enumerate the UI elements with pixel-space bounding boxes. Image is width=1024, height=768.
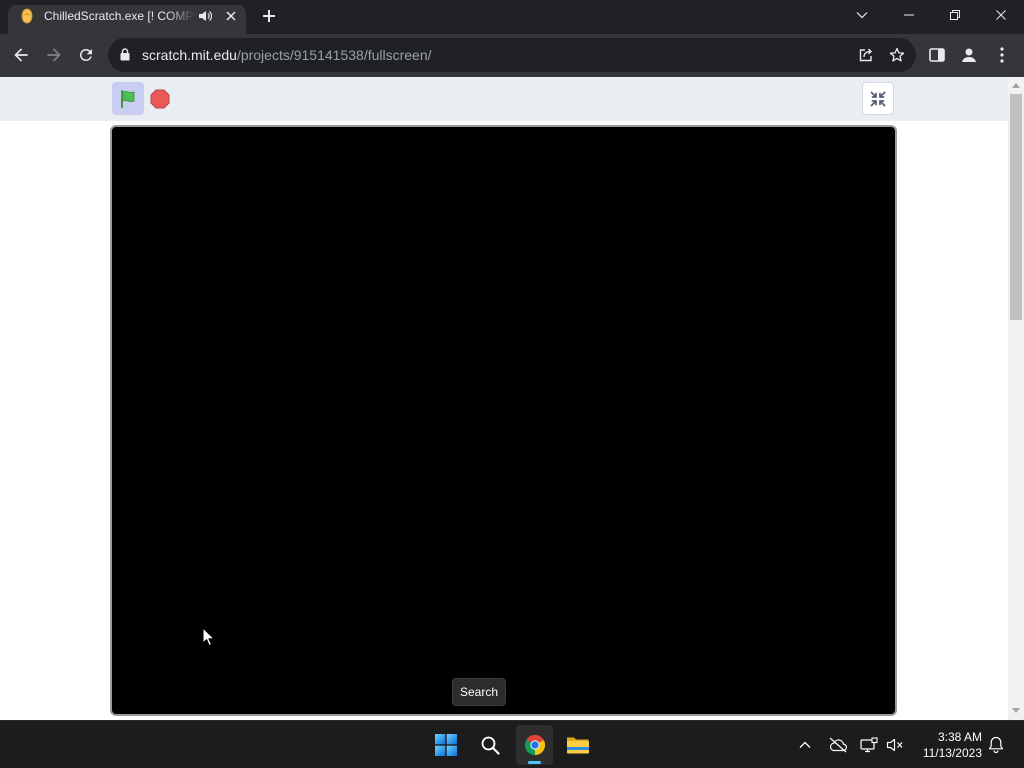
- reload-button[interactable]: [70, 39, 102, 71]
- start-button[interactable]: [424, 725, 468, 765]
- taskbar-search-button[interactable]: [468, 725, 512, 765]
- browser-tab[interactable]: ChilledScratch.exe [! COMPL: [8, 5, 246, 34]
- windows-start-icon: [435, 734, 457, 756]
- active-app-indicator: [528, 761, 541, 764]
- scratch-favicon: [21, 8, 33, 24]
- bell-icon: [988, 736, 1004, 754]
- taskbar-chrome-button[interactable]: [516, 725, 553, 765]
- stop-button[interactable]: [148, 82, 172, 115]
- address-bar[interactable]: scratch.mit.edu/projects/915141538/fulls…: [108, 38, 916, 72]
- url-text[interactable]: scratch.mit.edu/projects/915141538/fulls…: [142, 46, 432, 64]
- close-icon: [996, 10, 1006, 20]
- close-window-button[interactable]: [978, 0, 1024, 30]
- profile-button[interactable]: [953, 39, 985, 71]
- exit-fullscreen-icon: [870, 91, 886, 107]
- minimize-button[interactable]: [886, 0, 932, 30]
- network-icon: [860, 737, 878, 753]
- scrollbar-thumb[interactable]: [1010, 94, 1022, 320]
- star-icon: [889, 47, 905, 63]
- lock-icon[interactable]: [120, 48, 130, 61]
- search-tooltip: Search: [452, 678, 506, 706]
- scroll-down-arrow-icon[interactable]: [1012, 708, 1020, 713]
- green-flag-button[interactable]: [112, 82, 144, 115]
- menu-kebab-icon: [1000, 47, 1004, 63]
- show-hidden-icons-button[interactable]: [793, 733, 817, 757]
- new-tab-button[interactable]: [255, 2, 283, 30]
- exit-fullscreen-button[interactable]: [862, 82, 894, 115]
- chevron-down-icon: [856, 11, 868, 19]
- url-host: scratch.mit.edu: [142, 47, 237, 63]
- notification-button[interactable]: [986, 733, 1006, 757]
- speaker-icon[interactable]: [198, 10, 212, 22]
- tab-title: ChilledScratch.exe [! COMPL: [44, 9, 196, 23]
- forward-button[interactable]: [38, 39, 70, 71]
- green-flag-icon: [118, 89, 138, 109]
- url-path: /projects/915141538/fullscreen/: [236, 47, 432, 63]
- back-button[interactable]: [5, 39, 37, 71]
- close-icon: [226, 11, 236, 21]
- cloud-status-button[interactable]: [826, 733, 850, 757]
- mouse-cursor-icon: [202, 627, 215, 647]
- stop-sign-icon: [150, 89, 170, 109]
- volume-muted-icon: [886, 738, 904, 752]
- taskbar: 3:38 AM 11/13/2023: [0, 720, 1024, 768]
- chevron-up-icon: [799, 741, 811, 749]
- clock-date: 11/13/2023: [922, 746, 982, 760]
- volume-button[interactable]: [883, 733, 907, 757]
- share-button[interactable]: [852, 41, 880, 69]
- clock-time: 3:38 AM: [937, 730, 982, 744]
- back-arrow-icon: [11, 45, 31, 65]
- page-content: [0, 77, 1008, 720]
- tab-close-button[interactable]: [220, 5, 242, 27]
- tab-strip: ChilledScratch.exe [! COMPL: [0, 0, 1024, 34]
- forward-arrow-icon: [44, 45, 64, 65]
- side-panel-button[interactable]: [921, 39, 953, 71]
- chrome-icon: [524, 734, 546, 756]
- reload-icon: [77, 46, 95, 64]
- vertical-scrollbar[interactable]: [1008, 77, 1024, 720]
- network-button[interactable]: [857, 733, 881, 757]
- side-panel-icon: [929, 47, 945, 63]
- plus-icon: [262, 9, 276, 23]
- scratch-controls-bar: [0, 77, 1008, 121]
- tab-search-button[interactable]: [839, 0, 885, 30]
- cloud-off-icon: [828, 737, 848, 753]
- search-icon: [480, 735, 500, 755]
- menu-button[interactable]: [986, 39, 1018, 71]
- file-explorer-icon: [566, 735, 590, 755]
- restore-button[interactable]: [932, 0, 978, 30]
- taskbar-file-explorer-button[interactable]: [556, 725, 600, 765]
- bookmark-button[interactable]: [883, 41, 911, 69]
- share-icon: [858, 47, 874, 63]
- profile-icon: [959, 45, 979, 65]
- scratch-stage[interactable]: [110, 125, 897, 716]
- taskbar-clock[interactable]: 3:38 AM 11/13/2023: [912, 721, 982, 768]
- scroll-up-arrow-icon[interactable]: [1012, 83, 1020, 88]
- browser-toolbar: scratch.mit.edu/projects/915141538/fulls…: [0, 34, 1024, 77]
- restore-icon: [950, 10, 960, 20]
- minimize-icon: [904, 14, 914, 16]
